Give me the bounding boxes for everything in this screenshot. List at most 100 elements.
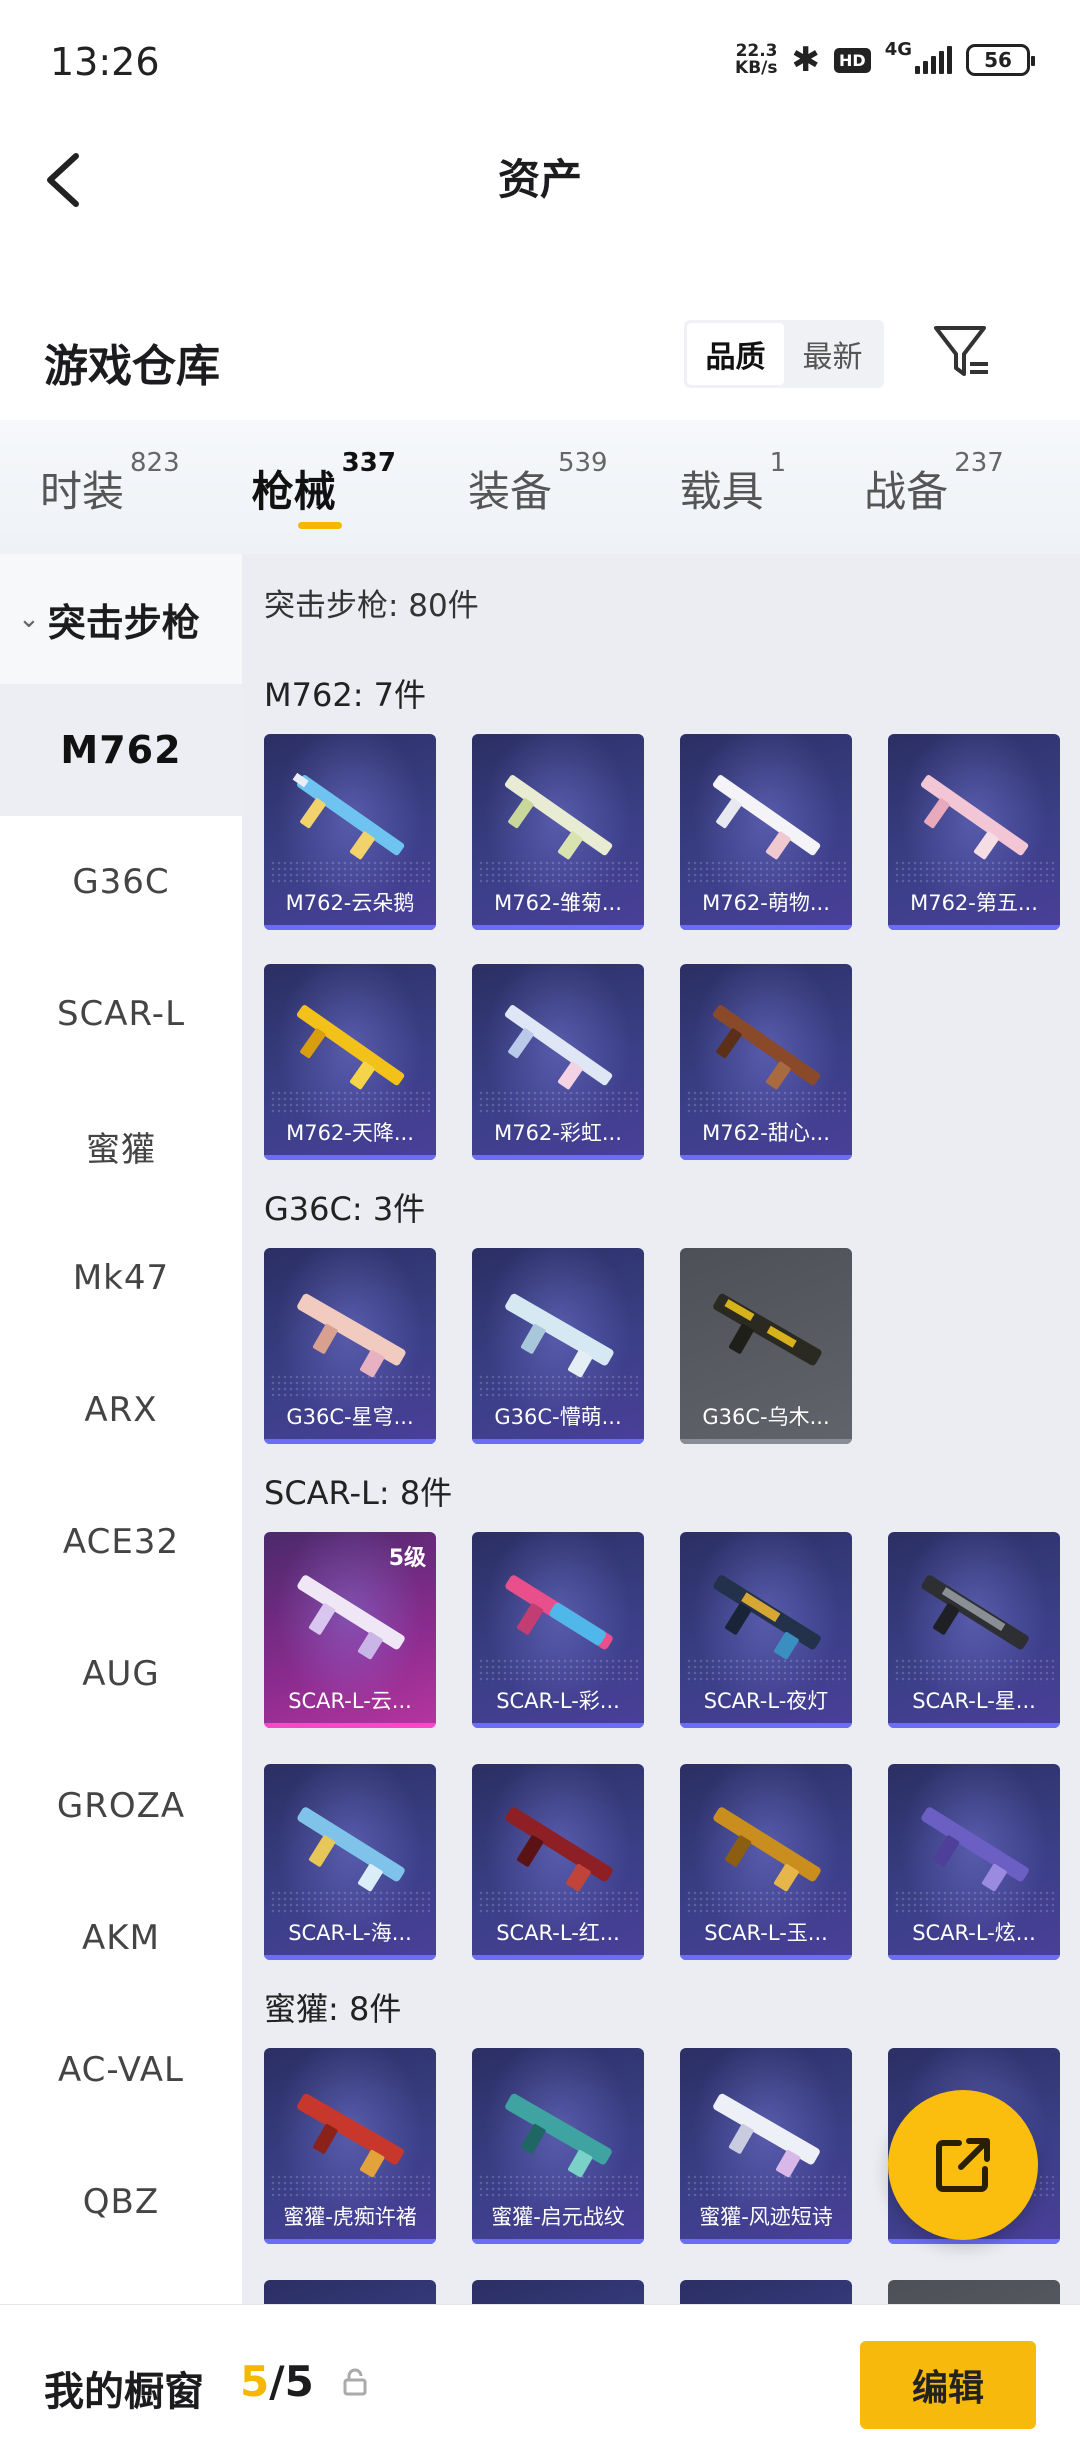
skin-name: M762-彩虹...: [494, 1121, 622, 1145]
section-title-m762: M762: 7件: [264, 676, 427, 714]
tab-equipment[interactable]: 装备539: [467, 448, 608, 538]
skin-card[interactable]: SCAR-L-夜灯: [680, 1532, 852, 1728]
warehouse-header: 游戏仓库 品质 最新: [0, 310, 1080, 410]
sidebar-category[interactable]: ⌄ 突击步枪: [0, 554, 242, 684]
showcase-count-current: 5: [240, 2357, 270, 2406]
sidebar-item-g36c[interactable]: G36C: [0, 816, 242, 948]
tab-gear[interactable]: 战备237: [864, 448, 1004, 538]
app-root: 13:26 22.3 KB/s ✱ HD 4G 56 资产 游戏仓库 品质 最新: [0, 0, 1080, 2460]
tab-count: 1: [769, 448, 787, 478]
hd-icon: HD: [834, 47, 871, 73]
showcase-bar: 我的橱窗 5/5 编辑: [0, 2304, 1080, 2460]
sidebar-item-aug[interactable]: AUG: [0, 1608, 242, 1740]
sidebar-item-m762[interactable]: M762: [0, 684, 242, 816]
sidebar-item-arx[interactable]: ARX: [0, 1344, 242, 1476]
tab-fashion[interactable]: 时装823: [40, 448, 180, 538]
skin-card[interactable]: G36C-星穹...: [264, 1248, 436, 1444]
tab-label: 装备: [467, 467, 552, 516]
sidebar-item-groza[interactable]: GROZA: [0, 1740, 242, 1872]
title-bar: 资产: [0, 130, 1080, 240]
tab-guns[interactable]: 枪械337: [251, 448, 396, 538]
bluetooth-icon: ✱: [791, 40, 821, 80]
skin-card[interactable]: [472, 2280, 644, 2304]
skin-card[interactable]: SCAR-L-海...: [264, 1764, 436, 1960]
chevron-down-icon: ⌄: [18, 604, 40, 634]
sort-latest-button[interactable]: 最新: [784, 323, 881, 385]
skin-name: SCAR-L-夜灯: [703, 1689, 829, 1713]
status-bar: 13:26 22.3 KB/s ✱ HD 4G 56: [0, 0, 1080, 130]
showcase-count: 5/5: [240, 2357, 314, 2406]
warehouse-title: 游戏仓库: [44, 341, 220, 392]
skin-card[interactable]: [680, 2280, 852, 2304]
skin-name: SCAR-L-星...: [912, 1689, 1036, 1713]
skin-name: G36C-乌木...: [702, 1405, 830, 1429]
skin-card[interactable]: 蜜獾-风迹短诗: [680, 2048, 852, 2244]
showcase-count-total: /5: [269, 2357, 314, 2406]
skin-card[interactable]: 蜜獾-启元战纹: [472, 2048, 644, 2244]
skin-name: SCAR-L-彩...: [496, 1689, 620, 1713]
network-speed: 22.3 KB/s: [735, 43, 777, 77]
sidebar-item-ace32[interactable]: ACE32: [0, 1476, 242, 1608]
skin-card[interactable]: M762-彩虹...: [472, 964, 644, 1160]
filter-icon[interactable]: [930, 320, 994, 384]
skin-name: SCAR-L-炫...: [912, 1921, 1036, 1945]
tab-indicator: [297, 522, 342, 529]
skin-card[interactable]: SCAR-L-红...: [472, 1764, 644, 1960]
network-type: 4G: [884, 39, 912, 60]
skin-card[interactable]: G36C-懵萌...: [472, 1248, 644, 1444]
tab-label: 战备: [864, 467, 949, 516]
tab-label: 时装: [40, 467, 125, 516]
skin-card[interactable]: M762-萌物...: [680, 734, 852, 930]
skin-name: M762-天降...: [286, 1121, 414, 1145]
skin-card[interactable]: SCAR-L-星...: [888, 1532, 1060, 1728]
skin-name: G36C-星穹...: [286, 1405, 414, 1429]
skin-card[interactable]: 蜜獾-虎痴许褚: [264, 2048, 436, 2244]
skin-card[interactable]: SCAR-L-玉...: [680, 1764, 852, 1960]
skin-card[interactable]: M762-天降...: [264, 964, 436, 1160]
sidebar-item-scar-l[interactable]: SCAR-L: [0, 948, 242, 1080]
skin-card[interactable]: 5级 SCAR-L-云...: [264, 1532, 436, 1728]
skin-name: SCAR-L-玉...: [704, 1921, 828, 1945]
sidebar-item-ac-val[interactable]: AC-VAL: [0, 2004, 242, 2136]
skin-name: 蜜獾-风迹短诗: [699, 2205, 833, 2229]
external-link-icon: [936, 2138, 990, 2192]
showcase-label: 我的橱窗: [44, 2369, 204, 2415]
skin-name: M762-云朵鹅: [285, 891, 415, 915]
skin-name: M762-雏菊...: [494, 891, 622, 915]
sort-toggle: 品质 最新: [684, 320, 884, 388]
skin-card[interactable]: [264, 2280, 436, 2304]
skin-card[interactable]: M762-第五...: [888, 734, 1060, 930]
tab-count: 237: [954, 448, 1004, 478]
sidebar-item-honey-badger[interactable]: 蜜獾: [0, 1080, 242, 1212]
skin-card[interactable]: [888, 2280, 1060, 2304]
skin-card[interactable]: M762-雏菊...: [472, 734, 644, 930]
sidebar-item-mk47[interactable]: Mk47: [0, 1212, 242, 1344]
signal-icon: 4G: [885, 39, 952, 74]
skin-card[interactable]: SCAR-L-炫...: [888, 1764, 1060, 1960]
tab-count: 337: [341, 448, 396, 478]
skin-card[interactable]: M762-云朵鹅: [264, 734, 436, 930]
page-title: 资产: [497, 155, 582, 204]
skin-name: 蜜獾-启元战纹: [491, 2205, 625, 2229]
section-title-g36c: G36C: 3件: [264, 1190, 426, 1228]
tab-label: 枪械: [251, 467, 336, 516]
skin-name: SCAR-L-云...: [288, 1689, 412, 1713]
skin-card[interactable]: G36C-乌木...: [680, 1248, 852, 1444]
sort-quality-button[interactable]: 品质: [687, 323, 784, 385]
sidebar-category-label: 突击步枪: [47, 600, 200, 645]
lock-icon: [343, 2368, 367, 2396]
category-tabs: 时装823 枪械337 装备539 载具1 战备237: [0, 420, 1080, 554]
network-speed-unit: KB/s: [735, 58, 778, 78]
battery-level: 56: [984, 48, 1012, 72]
tab-vehicles[interactable]: 载具1: [680, 448, 787, 538]
tab-count: 539: [557, 448, 608, 478]
skin-card[interactable]: M762-甜心...: [680, 964, 852, 1160]
share-button[interactable]: [888, 2090, 1038, 2240]
section-title-honey-badger: 蜜獾: 8件: [264, 1990, 402, 2028]
skin-card[interactable]: SCAR-L-彩...: [472, 1532, 644, 1728]
edit-button[interactable]: 编辑: [860, 2341, 1036, 2429]
sidebar-item-qbz[interactable]: QBZ: [0, 2136, 242, 2268]
sidebar-item-akm[interactable]: AKM: [0, 1872, 242, 2004]
skin-name: SCAR-L-红...: [496, 1921, 620, 1945]
weapon-sidebar: ⌄ 突击步枪 M762 G36C SCAR-L 蜜獾 Mk47 ARX ACE3…: [0, 554, 242, 2304]
